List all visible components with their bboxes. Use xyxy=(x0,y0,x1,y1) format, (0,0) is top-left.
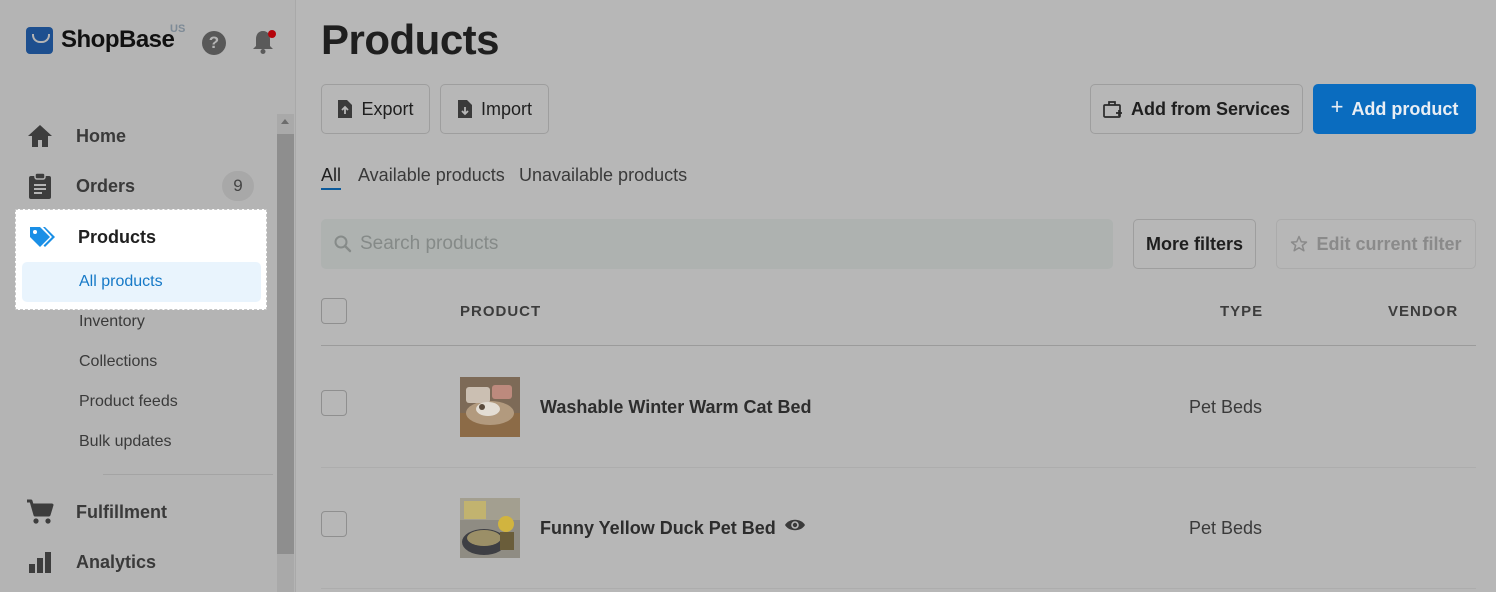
search-input[interactable] xyxy=(360,233,1060,255)
import-button[interactable]: Import xyxy=(440,84,549,134)
edit-current-filter-button[interactable]: Edit current filter xyxy=(1276,219,1476,269)
tab-all[interactable]: All xyxy=(321,165,341,186)
sidebar-item-products[interactable]: Products xyxy=(28,222,156,252)
page-title: Products xyxy=(321,16,500,63)
sidebar-item-label: Home xyxy=(76,125,127,146)
row-checkbox[interactable] xyxy=(321,390,347,416)
column-header-vendor[interactable]: VENDOR xyxy=(1388,303,1458,320)
plus-icon: + xyxy=(1330,94,1344,119)
product-type: Pet Beds xyxy=(1189,397,1263,417)
brand-name: ShopBase xyxy=(61,26,175,53)
add-product-button[interactable]: + Add product xyxy=(1313,84,1476,134)
nav-divider xyxy=(103,474,273,475)
file-import-icon xyxy=(457,99,473,119)
sidebar-item-label: Products xyxy=(78,226,157,247)
brand-logo-link[interactable]: ShopBase US xyxy=(26,23,185,54)
briefcase-plus-icon xyxy=(1103,100,1123,118)
sidebar-item-orders[interactable]: Orders xyxy=(26,171,135,201)
add-from-services-button[interactable]: Add from Services xyxy=(1090,84,1303,134)
products-nav-group: Products All products xyxy=(15,209,267,310)
select-all-checkbox[interactable] xyxy=(321,298,347,324)
shopbase-logo-icon xyxy=(26,26,53,54)
column-header-type[interactable]: TYPE xyxy=(1220,303,1263,320)
eye-icon[interactable] xyxy=(784,517,806,538)
add-product-label: Add product xyxy=(1351,98,1459,119)
export-button[interactable]: Export xyxy=(321,84,430,134)
sidebar-scrollbar[interactable] xyxy=(277,114,294,592)
cart-icon xyxy=(26,498,54,526)
file-export-icon xyxy=(337,99,353,119)
scrollbar-thumb[interactable] xyxy=(277,134,294,554)
row-checkbox[interactable] xyxy=(321,511,347,537)
table-row-divider xyxy=(321,588,1476,589)
product-thumbnail[interactable] xyxy=(460,498,520,558)
add-from-services-label: Add from Services xyxy=(1130,98,1291,119)
table-row-divider xyxy=(321,467,1476,468)
clipboard-icon xyxy=(26,172,54,200)
home-icon xyxy=(26,122,54,150)
export-label: Export xyxy=(361,98,414,119)
product-name-link[interactable]: Washable Winter Warm Cat Bed xyxy=(540,397,812,418)
sidebar-subitem-product-feeds[interactable]: Product feeds xyxy=(79,393,178,411)
product-name-link[interactable]: Funny Yellow Duck Pet Bed xyxy=(540,518,776,539)
column-header-product[interactable]: PRODUCT xyxy=(460,303,541,320)
tag-icon xyxy=(28,223,56,251)
import-label: Import xyxy=(480,98,532,119)
tab-available-products[interactable]: Available products xyxy=(358,165,505,186)
tab-unavailable-products[interactable]: Unavailable products xyxy=(519,165,687,186)
sidebar-item-label: Analytics xyxy=(76,551,157,572)
sidebar-subitem-bulk-updates[interactable]: Bulk updates xyxy=(79,433,172,451)
brand-region: US xyxy=(170,23,186,35)
table-header-divider xyxy=(321,345,1476,346)
product-type: Pet Beds xyxy=(1189,518,1263,538)
sidebar-item-label: Fulfillment xyxy=(76,501,167,522)
bar-chart-icon xyxy=(26,548,54,576)
help-icon[interactable]: ? xyxy=(202,31,226,55)
sidebar: ShopBase US ? Home Orders 9 Products All xyxy=(0,0,296,592)
search-box xyxy=(321,219,1113,269)
sidebar-item-fulfillment[interactable]: Fulfillment xyxy=(26,497,167,527)
active-tab-underline xyxy=(321,188,341,190)
star-icon xyxy=(1290,235,1308,253)
notification-dot xyxy=(268,30,276,38)
sidebar-subitem-collections[interactable]: Collections xyxy=(79,353,157,371)
sidebar-item-home[interactable]: Home xyxy=(26,121,126,151)
search-icon xyxy=(334,235,352,253)
scroll-up-arrow-icon[interactable] xyxy=(281,119,289,124)
product-thumbnail[interactable] xyxy=(460,377,520,437)
sidebar-subitem-all-products[interactable]: All products xyxy=(22,262,261,302)
orders-count-badge: 9 xyxy=(222,171,254,201)
edit-current-filter-label: Edit current filter xyxy=(1316,233,1462,254)
sidebar-subitem-inventory[interactable]: Inventory xyxy=(79,313,145,331)
sidebar-item-label: Orders xyxy=(76,175,136,196)
more-filters-button[interactable]: More filters xyxy=(1133,219,1256,269)
sidebar-item-analytics[interactable]: Analytics xyxy=(26,547,156,577)
